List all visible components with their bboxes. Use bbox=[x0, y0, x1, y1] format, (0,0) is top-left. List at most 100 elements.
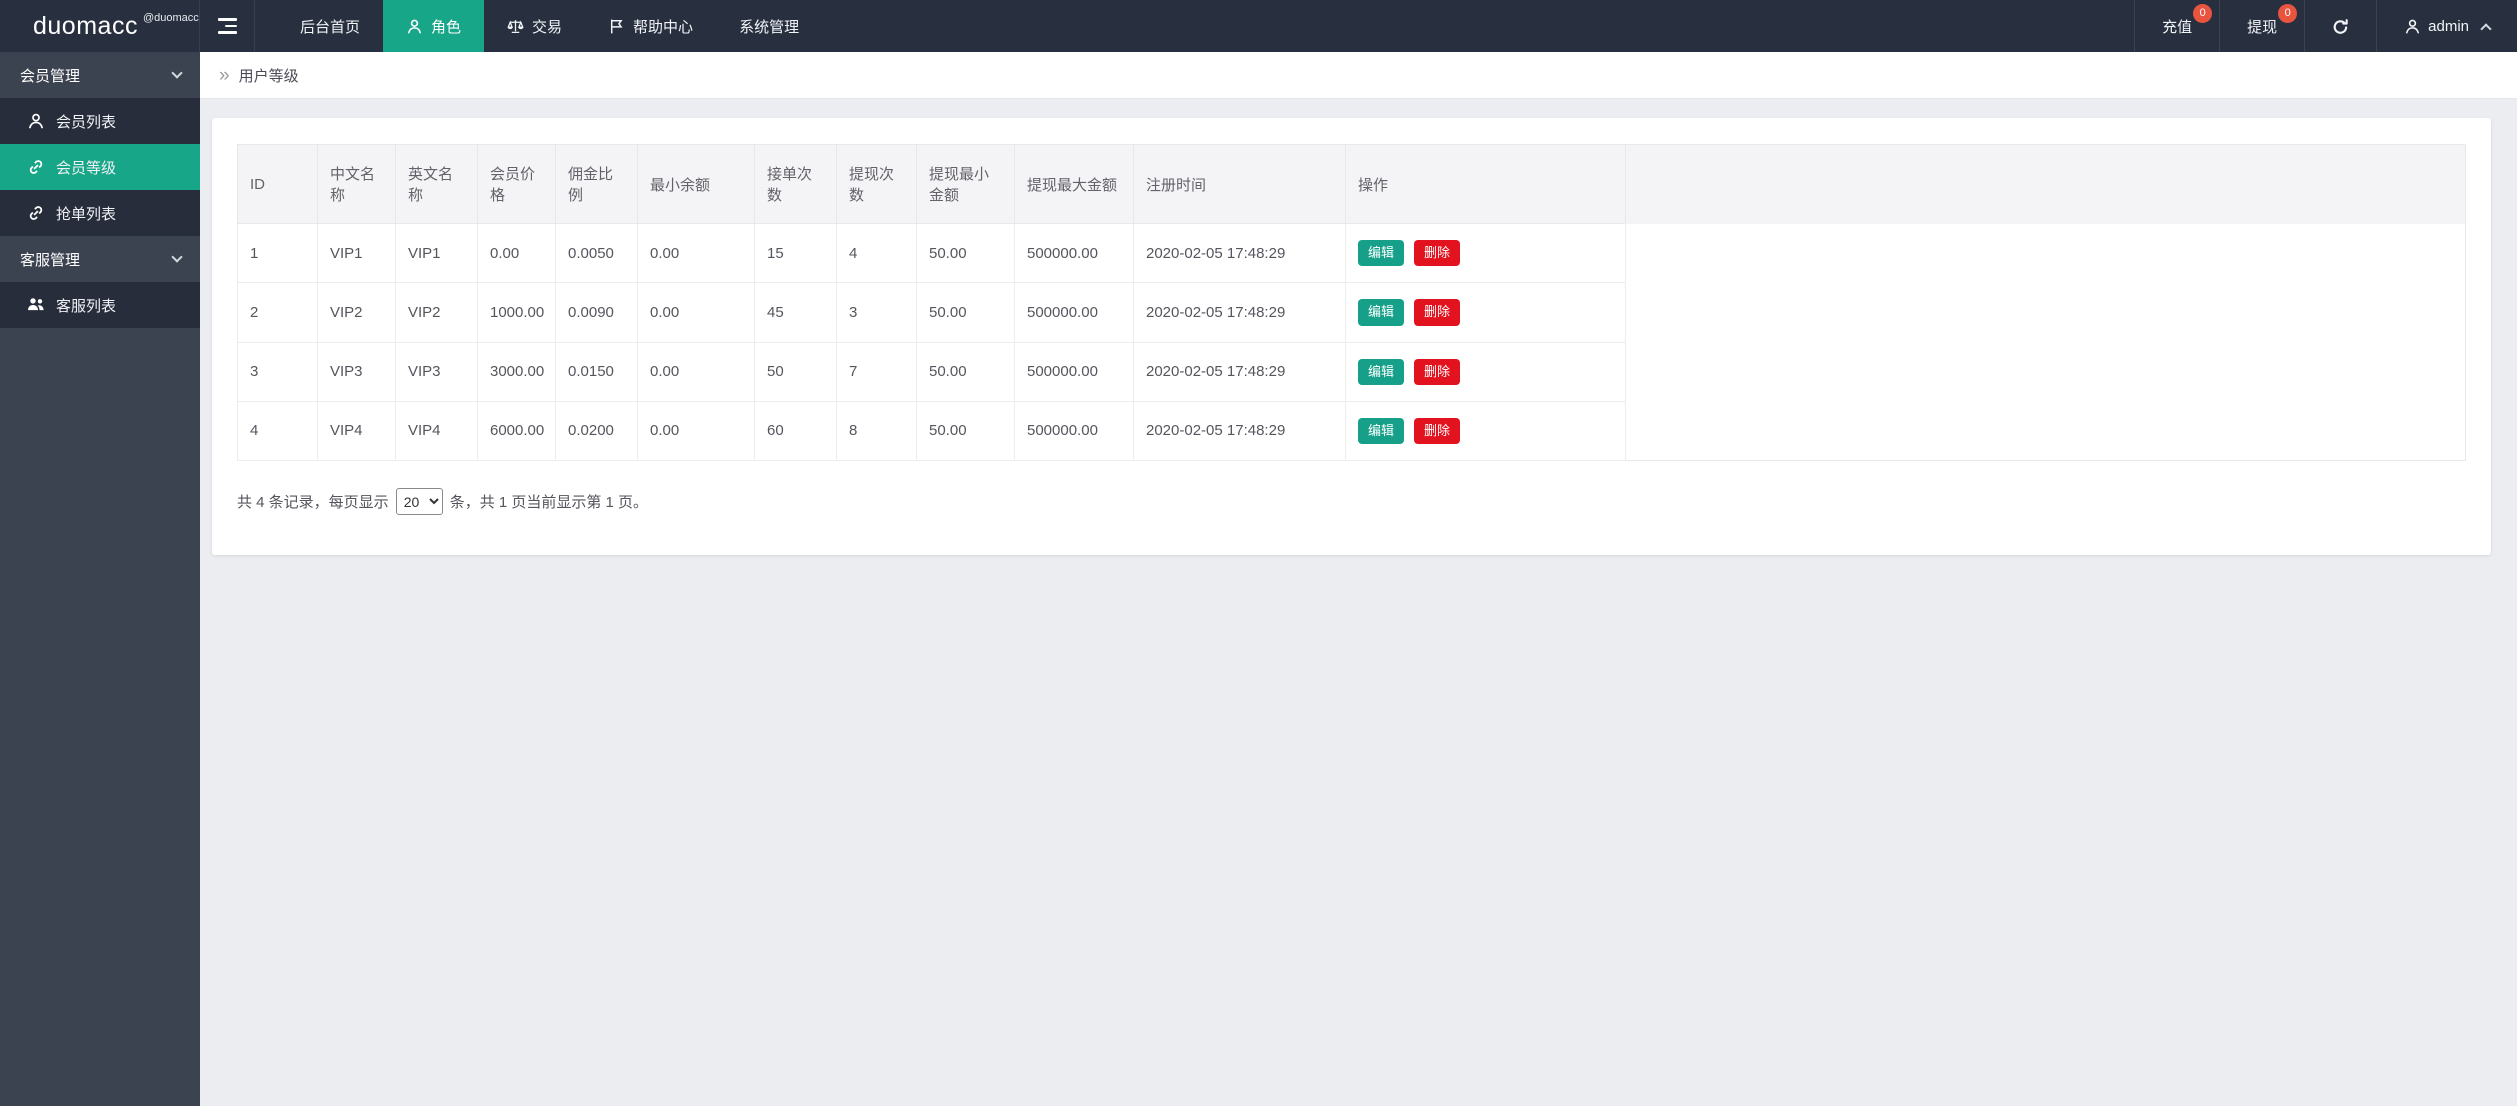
content-card: ID 中文名称 英文名称 会员价格 佣金比例 最小余额 接单次数 提现次数 提现… bbox=[212, 118, 2491, 555]
table-row: 1 VIP1 VIP1 0.00 0.0050 0.00 15 4 50.00 500000.00… bbox=[237, 222, 2466, 284]
cell-actions: 编辑 删除 bbox=[1345, 400, 1626, 462]
cell-id: 2 bbox=[237, 282, 318, 343]
col-withdraw-times: 提现次数 bbox=[836, 144, 917, 224]
edit-button[interactable]: 编辑 bbox=[1358, 240, 1405, 267]
nav-item-roles[interactable]: 角色 bbox=[383, 0, 485, 52]
cell-cn-name: VIP4 bbox=[317, 400, 396, 462]
main-nav: 后台首页 角色 交易 帮助中心 系统管理 bbox=[277, 0, 822, 52]
cell-max-withdraw: 500000.00 bbox=[1014, 341, 1134, 402]
nav-label: 交易 bbox=[532, 18, 563, 36]
cell-id: 3 bbox=[237, 341, 318, 402]
col-cn-name: 中文名称 bbox=[317, 144, 396, 224]
sidebar-item-service-list[interactable]: 客服列表 bbox=[0, 282, 200, 328]
col-id: ID bbox=[237, 144, 318, 224]
per-page-select[interactable]: 20 bbox=[395, 488, 443, 515]
chevron-down-icon bbox=[171, 251, 183, 263]
user-menu[interactable]: admin bbox=[2376, 0, 2517, 52]
sidebar-item-member-level[interactable]: 会员等级 bbox=[0, 144, 200, 190]
cell-commission: 0.0200 bbox=[555, 400, 638, 462]
cell-en-name: VIP3 bbox=[395, 341, 478, 402]
refresh-button[interactable] bbox=[2304, 0, 2376, 52]
col-filler bbox=[1625, 144, 2466, 224]
person-icon bbox=[27, 112, 45, 130]
cell-cn-name: VIP3 bbox=[317, 341, 396, 402]
group-label: 客服管理 bbox=[20, 251, 81, 269]
cell-actions: 编辑 删除 bbox=[1345, 222, 1626, 284]
withdraw-label: 提现 bbox=[2247, 18, 2278, 36]
nav-item-system[interactable]: 系统管理 bbox=[716, 0, 822, 52]
sidebar-toggle-button[interactable] bbox=[200, 0, 255, 52]
breadcrumb-arrow-icon: » bbox=[219, 64, 230, 86]
nav-item-dashboard[interactable]: 后台首页 bbox=[277, 0, 383, 52]
cell-commission: 0.0050 bbox=[555, 222, 638, 284]
cell-min-balance: 0.00 bbox=[637, 341, 755, 402]
person-icon bbox=[406, 18, 423, 35]
table-header-row: ID 中文名称 英文名称 会员价格 佣金比例 最小余额 接单次数 提现次数 提现… bbox=[237, 144, 2466, 224]
chevron-up-icon bbox=[2480, 22, 2492, 35]
refresh-icon bbox=[2332, 18, 2349, 35]
cell-actions: 编辑 删除 bbox=[1345, 282, 1626, 343]
col-min-balance: 最小余额 bbox=[637, 144, 755, 224]
cell-id: 1 bbox=[237, 222, 318, 284]
cell-withdraw-times: 3 bbox=[836, 282, 917, 343]
cell-withdraw-times: 8 bbox=[836, 400, 917, 462]
cell-min-withdraw: 50.00 bbox=[916, 222, 1015, 284]
cell-cn-name: VIP1 bbox=[317, 222, 396, 284]
col-order-times: 接单次数 bbox=[754, 144, 837, 224]
scales-icon bbox=[507, 18, 524, 35]
link-icon bbox=[27, 204, 45, 222]
cell-order-times: 45 bbox=[754, 282, 837, 343]
recharge-label: 充值 bbox=[2162, 18, 2193, 36]
sidebar: 会员管理 会员列表 会员等级 抢单列表 客服管理 客服列表 bbox=[0, 52, 200, 1106]
cell-min-withdraw: 50.00 bbox=[916, 282, 1015, 343]
delete-button[interactable]: 删除 bbox=[1414, 417, 1461, 444]
table-row: 4 VIP4 VIP4 6000.00 0.0200 0.00 60 8 50.00 500000… bbox=[237, 400, 2466, 462]
breadcrumb: » 用户等级 bbox=[200, 52, 2517, 99]
cell-withdraw-times: 7 bbox=[836, 341, 917, 402]
cell-filler bbox=[1625, 223, 2466, 283]
sidebar-group-members[interactable]: 会员管理 bbox=[0, 52, 200, 98]
cell-en-name: VIP4 bbox=[395, 400, 478, 462]
sidebar-item-grab-orders[interactable]: 抢单列表 bbox=[0, 190, 200, 236]
cell-min-balance: 0.00 bbox=[637, 222, 755, 284]
cell-min-withdraw: 50.00 bbox=[916, 400, 1015, 462]
sidebar-item-label: 客服列表 bbox=[56, 297, 117, 315]
breadcrumb-title: 用户等级 bbox=[238, 67, 299, 85]
sidebar-group-service[interactable]: 客服管理 bbox=[0, 236, 200, 282]
cell-reg-time: 2020-02-05 17:48:29 bbox=[1133, 400, 1346, 462]
delete-button[interactable]: 删除 bbox=[1414, 240, 1461, 267]
chevron-down-icon bbox=[171, 67, 183, 79]
nav-item-trade[interactable]: 交易 bbox=[484, 0, 585, 52]
edit-button[interactable]: 编辑 bbox=[1358, 358, 1405, 385]
col-min-withdraw: 提现最小金额 bbox=[916, 144, 1015, 224]
navbar-right: 充值 0 提现 0 admin bbox=[2134, 0, 2517, 52]
people-icon bbox=[27, 296, 45, 314]
edit-button[interactable]: 编辑 bbox=[1358, 299, 1405, 326]
cell-min-balance: 0.00 bbox=[637, 282, 755, 343]
cell-filler bbox=[1625, 342, 2466, 402]
cell-max-withdraw: 500000.00 bbox=[1014, 400, 1134, 462]
sidebar-item-label: 会员列表 bbox=[56, 113, 117, 131]
main-content: ID 中文名称 英文名称 会员价格 佣金比例 最小余额 接单次数 提现次数 提现… bbox=[200, 99, 2517, 1106]
col-commission: 佣金比例 bbox=[555, 144, 638, 224]
cell-order-times: 60 bbox=[754, 400, 837, 462]
col-max-withdraw: 提现最大金额 bbox=[1014, 144, 1134, 224]
brand-logo[interactable]: duomacc @duomacc bbox=[0, 0, 200, 52]
withdraw-button[interactable]: 提现 0 bbox=[2219, 0, 2304, 52]
delete-button[interactable]: 删除 bbox=[1414, 299, 1461, 326]
nav-label: 帮助中心 bbox=[633, 18, 694, 36]
col-price: 会员价格 bbox=[477, 144, 556, 224]
delete-button[interactable]: 删除 bbox=[1414, 358, 1461, 385]
flag-icon bbox=[608, 18, 625, 35]
cell-commission: 0.0150 bbox=[555, 341, 638, 402]
cell-max-withdraw: 500000.00 bbox=[1014, 282, 1134, 343]
cell-price: 3000.00 bbox=[477, 341, 556, 402]
brand-name: duomacc bbox=[33, 11, 138, 40]
sidebar-item-member-list[interactable]: 会员列表 bbox=[0, 98, 200, 144]
cell-reg-time: 2020-02-05 17:48:29 bbox=[1133, 222, 1346, 284]
pagination: 共 4 条记录，每页显示 20 条，共 1 页当前显示第 1 页。 bbox=[237, 488, 2466, 515]
edit-button[interactable]: 编辑 bbox=[1358, 417, 1405, 444]
cell-en-name: VIP2 bbox=[395, 282, 478, 343]
nav-item-help[interactable]: 帮助中心 bbox=[585, 0, 716, 52]
recharge-button[interactable]: 充值 0 bbox=[2134, 0, 2219, 52]
